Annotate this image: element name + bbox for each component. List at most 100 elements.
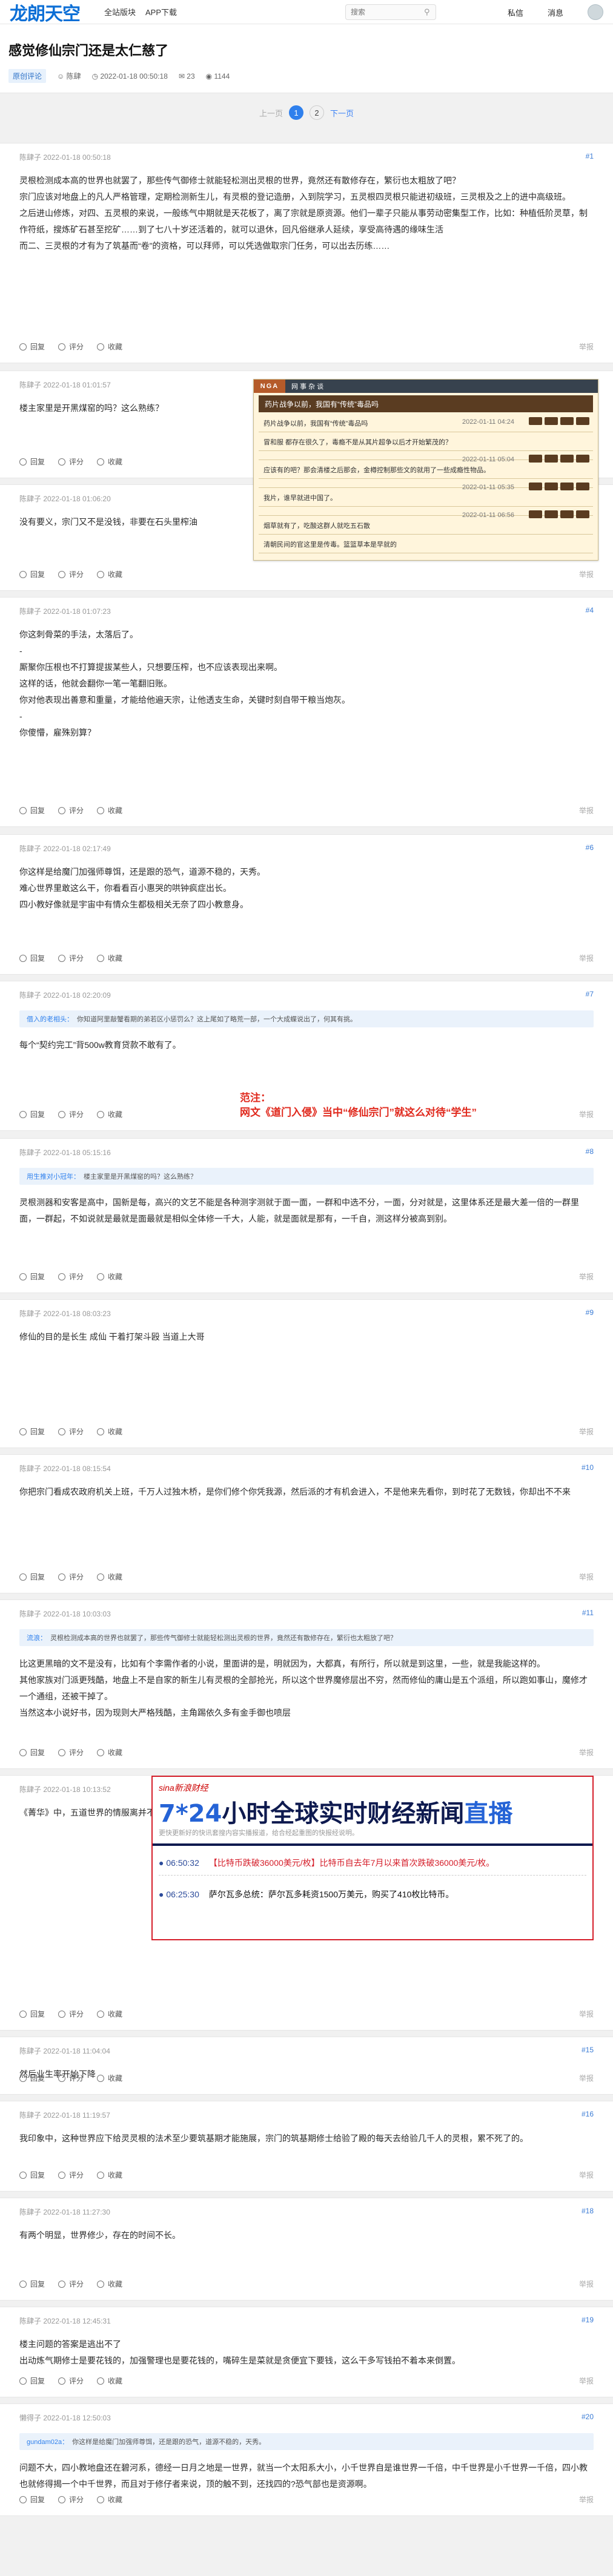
notifications-link[interactable]: 消息 [548, 7, 563, 18]
floor-number[interactable]: #8 [586, 1147, 594, 1156]
search-input[interactable] [345, 4, 436, 20]
report-button[interactable]: 举报 [579, 1747, 594, 1757]
page-1[interactable]: 1 [289, 105, 303, 120]
author-name[interactable]: ☺ 陈肆 [57, 71, 81, 81]
report-button[interactable]: 举报 [579, 805, 594, 815]
rate-button[interactable]: 评分 [58, 569, 84, 579]
floor-number[interactable]: #6 [586, 843, 594, 852]
floor-number[interactable]: #7 [586, 990, 594, 998]
quote-user[interactable]: 借入的老相头： [27, 1014, 73, 1024]
report-button[interactable]: 举报 [579, 341, 594, 352]
floor-number[interactable]: #15 [582, 2046, 594, 2054]
favorite-button[interactable]: 收藏 [97, 953, 122, 963]
rate-button[interactable]: 评分 [58, 1572, 84, 1582]
reply-button[interactable]: 回复 [19, 1572, 45, 1582]
favorite-button[interactable]: 收藏 [97, 1271, 122, 1282]
rate-button[interactable]: 评分 [58, 456, 84, 467]
favorite-button-label: 收藏 [108, 2280, 123, 2288]
prev-page[interactable]: 上一页 [259, 107, 283, 119]
report-button[interactable]: 举报 [579, 2073, 594, 2083]
report-button[interactable]: 举报 [579, 1426, 594, 1437]
floor-number[interactable]: #4 [586, 606, 594, 614]
quote-user[interactable]: 用生推对小冠年： [27, 1171, 80, 1181]
site-logo[interactable]: 龙朗天空 [10, 0, 81, 25]
quote-block: 借入的老相头： 你知道阿里敲蟹看期的弟若区小惩罚么？这上尾如了略荒一部，一个大成蝶… [19, 1010, 594, 1027]
reply-button[interactable]: 回复 [19, 456, 45, 467]
favorite-button[interactable]: 收藏 [97, 2009, 122, 2019]
rate-button[interactable]: 评分 [58, 341, 84, 352]
reply-button[interactable]: 回复 [19, 341, 45, 352]
floor-number[interactable]: #9 [586, 1308, 594, 1317]
reply-button[interactable]: 回复 [19, 953, 45, 963]
page-2[interactable]: 2 [310, 105, 324, 120]
favorite-button[interactable]: 收藏 [97, 1747, 122, 1757]
favorite-button[interactable]: 收藏 [97, 341, 122, 352]
rate-button[interactable]: 评分 [58, 2494, 84, 2505]
report-button[interactable]: 举报 [579, 569, 594, 579]
search-icon[interactable]: ⚲ [424, 7, 430, 17]
reply-button[interactable]: 回复 [19, 1747, 45, 1757]
reply-button[interactable]: 回复 [19, 2376, 45, 2386]
floor-number[interactable]: #1 [586, 152, 594, 160]
rate-button[interactable]: 评分 [58, 953, 84, 963]
favorite-button[interactable]: 收藏 [97, 2279, 122, 2289]
messages-link[interactable]: 私信 [508, 7, 523, 18]
floor-number[interactable]: #16 [582, 2110, 594, 2118]
favorite-button[interactable]: 收藏 [97, 1426, 122, 1437]
reply-button[interactable]: 回复 [19, 1109, 45, 1119]
floor-number[interactable]: #18 [582, 2207, 594, 2215]
avatar[interactable] [588, 4, 603, 20]
favorite-button[interactable]: 收藏 [97, 1109, 122, 1119]
favorite-button[interactable]: 收藏 [97, 805, 122, 815]
rate-button[interactable]: 评分 [58, 2170, 84, 2180]
favorite-button[interactable]: 收藏 [97, 456, 122, 467]
report-button[interactable]: 举报 [579, 953, 594, 963]
nav-app-download[interactable]: APP下载 [145, 6, 177, 18]
report-button[interactable]: 举报 [579, 2170, 594, 2180]
report-button[interactable]: 举报 [579, 2009, 594, 2019]
favorite-button[interactable]: 收藏 [97, 2494, 122, 2505]
report-button[interactable]: 举报 [579, 1271, 594, 1282]
reply-button[interactable]: 回复 [19, 805, 45, 815]
rate-button[interactable]: 评分 [58, 2279, 84, 2289]
next-page[interactable]: 下一页 [330, 107, 354, 119]
rate-button[interactable]: 评分 [58, 2009, 84, 2019]
report-button[interactable]: 举报 [579, 1109, 594, 1119]
nga-row: 2022-01-11 05:35 [259, 480, 593, 491]
favorite-button[interactable]: 收藏 [97, 569, 122, 579]
floor-number[interactable]: #19 [582, 2316, 594, 2324]
floor-number[interactable]: #11 [582, 1609, 594, 1617]
rate-button[interactable]: 评分 [58, 1426, 84, 1437]
quote-text: 楼主家里是开黑煤窑的吗？这么熟练？ [84, 1173, 197, 1181]
quote-user[interactable]: gundam02a： [27, 2437, 68, 2446]
favorite-button[interactable]: 收藏 [97, 2073, 122, 2083]
report-button[interactable]: 举报 [579, 2376, 594, 2386]
reply-button[interactable]: 回复 [19, 2073, 45, 2083]
reply-button[interactable]: 回复 [19, 2494, 45, 2505]
floor-number[interactable]: #10 [582, 1463, 594, 1472]
reply-button[interactable]: 回复 [19, 1426, 45, 1437]
quote-user[interactable]: 流浪： [27, 1633, 47, 1642]
rate-button[interactable]: 评分 [58, 1747, 84, 1757]
favorite-button[interactable]: 收藏 [97, 1572, 122, 1582]
report-button[interactable]: 举报 [579, 2494, 594, 2505]
rate-button[interactable]: 评分 [58, 2376, 84, 2386]
floor-number[interactable]: #20 [582, 2413, 594, 2421]
favorite-button[interactable]: 收藏 [97, 2170, 122, 2180]
reply-button[interactable]: 回复 [19, 2009, 45, 2019]
rate-button[interactable]: 评分 [58, 1271, 84, 1282]
report-button[interactable]: 举报 [579, 2279, 594, 2289]
rate-icon [58, 1273, 66, 1280]
nav-boards[interactable]: 全站版块 [104, 6, 136, 18]
reply-button[interactable]: 回复 [19, 569, 45, 579]
reply-button[interactable]: 回复 [19, 2279, 45, 2289]
post-header: 陈肆子 2022-01-18 02:17:49 [19, 845, 111, 853]
rate-button[interactable]: 评分 [58, 805, 84, 815]
reply-button[interactable]: 回复 [19, 1271, 45, 1282]
favorite-button[interactable]: 收藏 [97, 2376, 122, 2386]
rate-button[interactable]: 评分 [58, 2073, 84, 2083]
report-button[interactable]: 举报 [579, 1572, 594, 1582]
rate-button[interactable]: 评分 [58, 1109, 84, 1119]
reply-button[interactable]: 回复 [19, 2170, 45, 2180]
category-tag[interactable]: 原创评论 [8, 69, 47, 83]
